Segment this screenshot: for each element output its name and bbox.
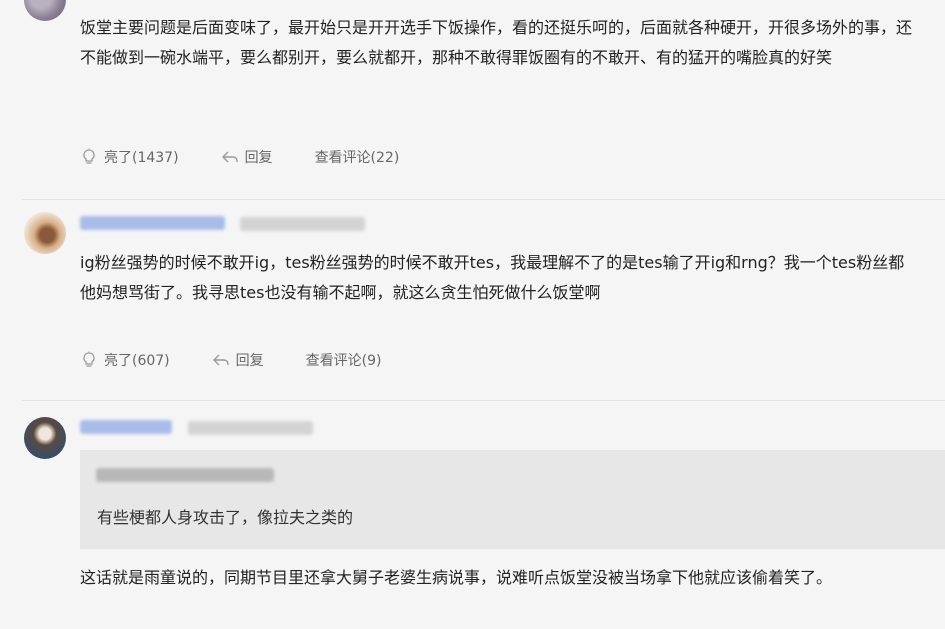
avatar[interactable] bbox=[24, 417, 66, 459]
quoted-username bbox=[96, 468, 274, 482]
username[interactable] bbox=[80, 216, 225, 230]
comment-actions: 亮了(607) 回复 查看评论(9) bbox=[80, 350, 424, 370]
like-count: 亮了(1437) bbox=[104, 150, 179, 166]
username[interactable] bbox=[80, 420, 172, 434]
comment-text: ig粉丝强势的时候不敢开ig，tes粉丝强势的时候不敢开tes，我最理解不了的是… bbox=[80, 253, 905, 302]
view-comments-button[interactable]: 查看评论(22) bbox=[315, 147, 400, 167]
comment-1: 饭堂主要问题是后面变味了，最开始只是开开选手下饭操作，看的还挺乐呵的，后面就各种… bbox=[0, 0, 945, 200]
view-comments-button[interactable]: 查看评论(9) bbox=[306, 350, 382, 370]
view-comments-label: 查看评论(9) bbox=[305, 353, 382, 369]
timestamp bbox=[240, 217, 365, 231]
timestamp bbox=[188, 421, 313, 435]
lightbulb-icon bbox=[80, 148, 98, 166]
avatar[interactable] bbox=[24, 0, 66, 21]
comment-3: 有些梗都人身攻击了，像拉夫之类的 这话就是雨童说的，同期节目里还拿大舅子老婆生病… bbox=[0, 401, 945, 629]
reply-button[interactable]: 回复 bbox=[221, 147, 273, 167]
reply-arrow-icon bbox=[212, 351, 230, 369]
comment-text: 饭堂主要问题是后面变味了，最开始只是开开选手下饭操作，看的还挺乐呵的，后面就各种… bbox=[80, 18, 913, 67]
like-button[interactable]: 亮了(1437) bbox=[80, 147, 179, 167]
quoted-text: 有些梗都人身攻击了，像拉夫之类的 bbox=[97, 508, 354, 527]
lightbulb-icon bbox=[80, 351, 98, 369]
avatar[interactable] bbox=[24, 212, 66, 254]
reply-button[interactable]: 回复 bbox=[212, 350, 264, 370]
reply-label: 回复 bbox=[235, 353, 264, 369]
quoted-comment: 有些梗都人身攻击了，像拉夫之类的 bbox=[80, 450, 945, 549]
like-button[interactable]: 亮了(607) bbox=[80, 350, 170, 370]
comment-actions: 亮了(1437) 回复 查看评论(22) bbox=[80, 147, 441, 167]
view-comments-label: 查看评论(22) bbox=[314, 150, 400, 166]
comment-2: ig粉丝强势的时候不敢开ig，tes粉丝强势的时候不敢开tes，我最理解不了的是… bbox=[0, 200, 945, 400]
comment-text: 这话就是雨童说的，同期节目里还拿大舅子老婆生病说事，说难听点饭堂没被当场拿下他就… bbox=[80, 568, 833, 587]
like-count: 亮了(607) bbox=[104, 353, 170, 369]
reply-arrow-icon bbox=[221, 148, 239, 166]
reply-label: 回复 bbox=[244, 150, 273, 166]
